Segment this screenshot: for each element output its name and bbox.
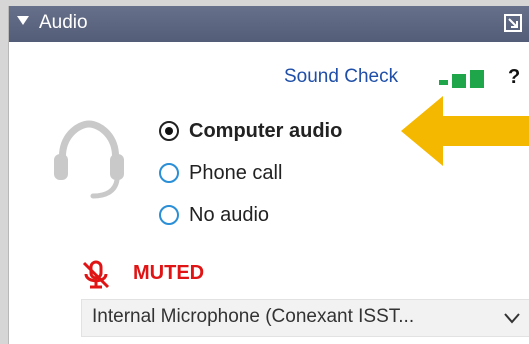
app-frame: Audio Sound Check ? Computer audio Phone [0, 0, 529, 344]
option-label: Phone call [189, 162, 283, 184]
panel-header[interactable]: Audio [9, 6, 529, 42]
muted-label: MUTED [133, 262, 205, 284]
panel-title: Audio [39, 12, 88, 33]
microphone-select[interactable]: Internal Microphone (Conexant ISST... [81, 299, 529, 337]
help-button[interactable]: ? [508, 66, 520, 89]
sound-check-link[interactable]: Sound Check [284, 66, 398, 88]
chevron-down-icon[interactable] [504, 312, 520, 324]
signal-meter-icon [439, 70, 484, 88]
arrow-left-icon [401, 96, 529, 166]
radio-computer-audio[interactable] [159, 121, 179, 141]
microphone-select-value: Internal Microphone (Conexant ISST... [92, 306, 415, 327]
audio-panel: Audio Sound Check ? Computer audio Phone [8, 6, 529, 344]
option-label: No audio [189, 204, 270, 226]
radio-no-audio[interactable] [159, 205, 179, 225]
radio-phone-call[interactable] [159, 163, 179, 183]
popout-icon[interactable] [504, 14, 522, 32]
headset-icon [54, 120, 124, 199]
muted-mic-icon[interactable] [81, 260, 111, 290]
triangle-down-icon[interactable] [17, 16, 29, 25]
option-label: Computer audio [189, 120, 343, 142]
